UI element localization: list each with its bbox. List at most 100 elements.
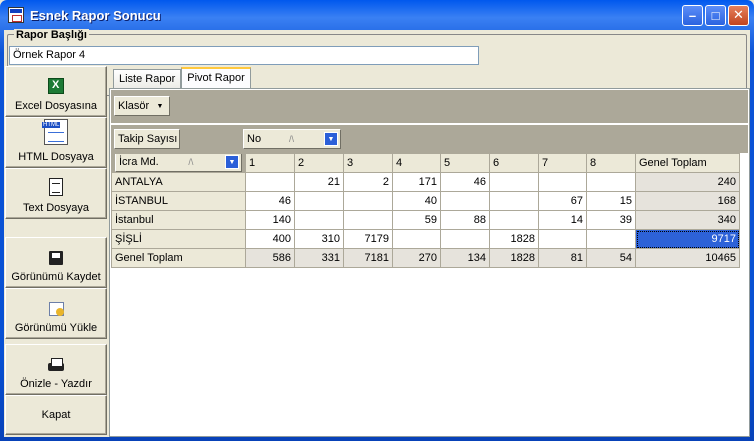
data-cell[interactable] [538,172,587,192]
app-icon [8,7,24,23]
preview-print-button[interactable]: Önizle - Yazdır [5,344,107,395]
row-header[interactable]: ŞİŞLİ [111,229,246,249]
maximize-button[interactable]: □ [705,4,726,26]
data-cell[interactable]: 400 [245,229,295,249]
data-cell[interactable]: 46 [440,172,490,192]
data-cell[interactable]: 46 [245,191,295,211]
data-cell[interactable]: 14 [538,210,587,230]
minimize-button[interactable]: – [682,4,703,26]
data-cell[interactable] [586,229,636,249]
data-cell[interactable]: 88 [440,210,490,230]
column-header[interactable]: 8 [586,153,636,173]
total-cell[interactable]: 134 [440,248,490,268]
export-html-button[interactable]: HTML Dosyaya [5,117,107,168]
tab-pivot-rapor[interactable]: Pivot Rapor [181,67,251,89]
data-cell[interactable] [440,191,490,211]
total-cell[interactable]: 7181 [343,248,393,268]
row-header[interactable]: Genel Toplam [111,248,246,268]
report-title-input[interactable]: Örnek Rapor 4 [9,46,479,65]
client-area: Rapor Başlığı Örnek Rapor 4 Excel Dosyas… [4,29,750,437]
data-cell[interactable] [294,210,344,230]
row-field-cell: İcra Md. /\ ▼ [111,153,246,173]
column-header[interactable]: 2 [294,153,344,173]
data-cell[interactable]: 140 [245,210,295,230]
load-view-button[interactable]: Görünümü Yükle [5,288,107,339]
data-cell[interactable] [538,229,587,249]
data-cell[interactable]: 67 [538,191,587,211]
filter-field-klasor[interactable]: Klasör ▼ [114,96,170,116]
total-cell[interactable]: 81 [538,248,587,268]
export-text-button[interactable]: Text Dosyaya [5,168,107,219]
main-panel: Liste Rapor Pivot Rapor Klasör ▼ Takip S… [109,66,750,437]
save-view-label: Görünümü Kaydet [11,271,101,283]
print-icon [48,358,64,372]
data-cell[interactable]: 7179 [343,229,393,249]
column-header[interactable]: 7 [538,153,587,173]
total-cell[interactable]: 240 [635,172,740,192]
pivot-row: ANTALYA 21 2 171 46 240 [111,172,740,192]
app-window: Esnek Rapor Sonucu – □ ✕ Rapor Başlığı Ö… [0,0,754,441]
title-bar[interactable]: Esnek Rapor Sonucu – □ ✕ [4,0,750,30]
data-cell[interactable] [489,210,539,230]
total-cell[interactable]: 9717 [635,229,740,249]
data-cell[interactable]: 40 [392,191,441,211]
data-cell[interactable] [294,191,344,211]
data-cell[interactable] [586,172,636,192]
data-cell[interactable] [489,191,539,211]
total-cell[interactable]: 586 [245,248,295,268]
close-button[interactable]: ✕ [728,4,749,26]
data-cell[interactable] [440,229,490,249]
total-cell[interactable]: 270 [392,248,441,268]
data-cell[interactable] [489,172,539,192]
data-cell[interactable]: 310 [294,229,344,249]
text-file-icon [49,178,63,196]
save-view-button[interactable]: Görünümü Kaydet [5,237,107,288]
data-cell[interactable] [392,229,441,249]
data-cell[interactable]: 21 [294,172,344,192]
close-form-button[interactable]: Kapat [5,395,107,435]
preview-print-label: Önizle - Yazdır [20,378,92,390]
data-cell[interactable] [245,172,295,192]
row-field-icra-md[interactable]: İcra Md. /\ ▼ [115,154,242,172]
column-header[interactable]: Genel Toplam [635,153,740,173]
row-header[interactable]: ANTALYA [111,172,246,192]
load-view-label: Görünümü Yükle [14,322,98,334]
data-cell[interactable]: 2 [343,172,393,192]
total-cell[interactable]: 331 [294,248,344,268]
filter-dropdown-icon[interactable]: ▼ [323,132,338,146]
total-cell[interactable]: 168 [635,191,740,211]
total-cell[interactable]: 10465 [635,248,740,268]
total-cell[interactable]: 1828 [489,248,539,268]
filter-dropdown-icon[interactable]: ▼ [225,155,239,169]
row-header[interactable]: İSTANBUL [111,191,246,211]
column-header[interactable]: 4 [392,153,441,173]
column-field-label: No [247,133,262,145]
export-text-label: Text Dosyaya [22,202,90,214]
data-cell[interactable] [343,191,393,211]
data-field-label: Takip Sayısı [118,133,178,145]
data-cell[interactable]: 1828 [489,229,539,249]
dropdown-arrow-icon[interactable]: ▼ [153,99,167,113]
total-cell[interactable]: 340 [635,210,740,230]
window-controls: – □ ✕ [682,4,749,26]
column-header[interactable]: 5 [440,153,490,173]
row-header[interactable]: İstanbul [111,210,246,230]
sort-icon: /\ [188,157,194,167]
data-cell[interactable]: 59 [392,210,441,230]
pivot-grid-body: İcra Md./\ ▼ 1 2 3 4 5 6 7 8 Genel Toplam ANTALYA 21… [111,153,740,268]
data-cell[interactable] [343,210,393,230]
data-cell[interactable]: 39 [586,210,636,230]
pivot-row: Genel Toplam 586 331 7181 270 134 1828 81 54 1046… [111,248,740,268]
total-cell[interactable]: 54 [586,248,636,268]
tab-liste-rapor[interactable]: Liste Rapor [113,69,182,89]
sidebar: Excel Dosyasına HTML Dosyaya Text Dosyay… [5,66,107,436]
column-header[interactable]: 6 [489,153,539,173]
column-header[interactable]: 3 [343,153,393,173]
data-field-takip-sayisi[interactable]: Takip Sayısı [114,129,180,149]
column-header[interactable]: 1 [245,153,295,173]
data-cell[interactable]: 15 [586,191,636,211]
pivot-grid: İcra Md./\ ▼ 1 2 3 4 5 6 7 8 Genel Toplam ANTALYA 21… [111,153,740,268]
column-field-no[interactable]: No /\ ▼ [243,129,341,149]
export-excel-button[interactable]: Excel Dosyasına [5,66,107,117]
data-cell[interactable]: 171 [392,172,441,192]
